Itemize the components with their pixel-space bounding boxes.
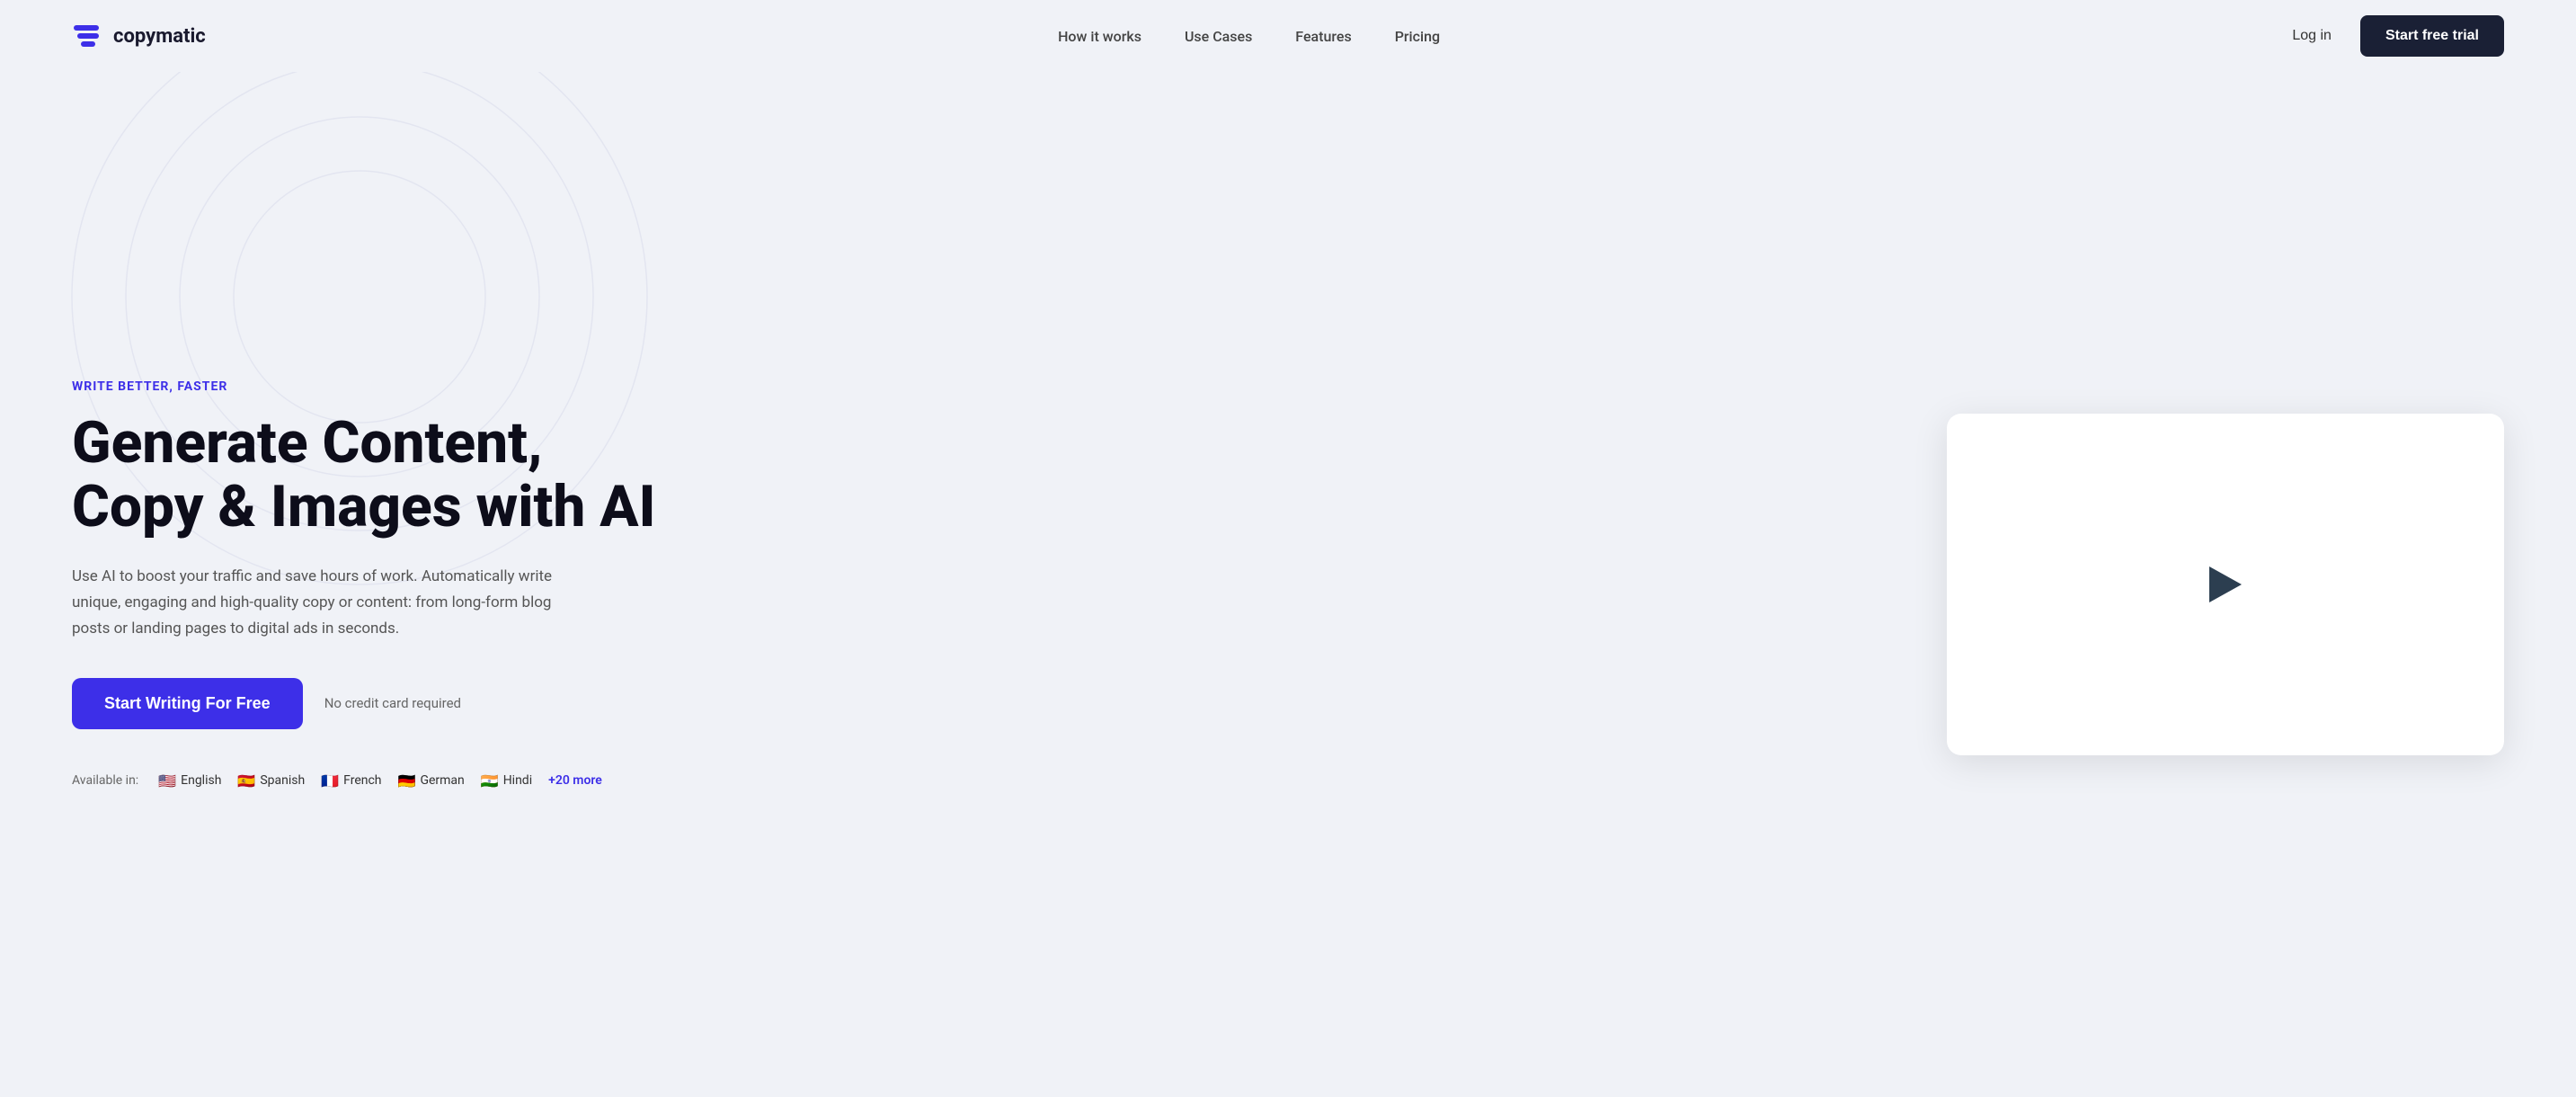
brand-name: copymatic <box>113 25 206 48</box>
flag-hindi: 🇮🇳 <box>481 772 499 789</box>
nav-item-pricing[interactable]: Pricing <box>1395 28 1440 45</box>
flag-german: 🇩🇪 <box>398 772 416 789</box>
more-languages-label[interactable]: +20 more <box>548 773 602 788</box>
nav-links: How it works Use Cases Features Pricing <box>1058 28 1440 45</box>
language-french: 🇫🇷 French <box>321 772 381 789</box>
language-spanish: 🇪🇸 Spanish <box>237 772 305 789</box>
language-hindi: 🇮🇳 Hindi <box>481 772 532 789</box>
logo[interactable]: copymatic <box>72 20 206 52</box>
navbar: copymatic How it works Use Cases Feature… <box>0 0 2576 72</box>
languages-row: Available in: 🇺🇸 English 🇪🇸 Spanish 🇫🇷 F… <box>72 772 665 789</box>
flag-spanish: 🇪🇸 <box>237 772 255 789</box>
no-credit-card-label: No credit card required <box>324 695 461 711</box>
logo-icon <box>72 20 104 52</box>
eyebrow-text: WRITE BETTER, FASTER <box>72 379 665 394</box>
hero-title: Generate Content, Copy & Images with AI <box>72 412 665 539</box>
hero-video-panel <box>665 414 2504 755</box>
start-writing-button[interactable]: Start Writing For Free <box>72 678 303 729</box>
start-trial-button[interactable]: Start free trial <box>2360 15 2504 57</box>
language-german: 🇩🇪 German <box>398 772 465 789</box>
nav-item-use-cases[interactable]: Use Cases <box>1185 28 1252 45</box>
language-english: 🇺🇸 English <box>158 772 221 789</box>
available-label: Available in: <box>72 773 138 788</box>
video-card[interactable] <box>1947 414 2504 755</box>
login-button[interactable]: Log in <box>2292 28 2332 44</box>
nav-right: Log in Start free trial <box>2292 15 2504 57</box>
flag-english: 🇺🇸 <box>158 772 176 789</box>
nav-item-features[interactable]: Features <box>1295 28 1351 45</box>
hero-content: WRITE BETTER, FASTER Generate Content, C… <box>72 379 665 789</box>
hero-description: Use AI to boost your traffic and save ho… <box>72 564 575 642</box>
cta-row: Start Writing For Free No credit card re… <box>72 678 665 729</box>
nav-item-how-it-works[interactable]: How it works <box>1058 28 1141 45</box>
flag-french: 🇫🇷 <box>321 772 339 789</box>
play-icon[interactable] <box>2209 566 2242 602</box>
hero-section: WRITE BETTER, FASTER Generate Content, C… <box>0 72 2576 1097</box>
